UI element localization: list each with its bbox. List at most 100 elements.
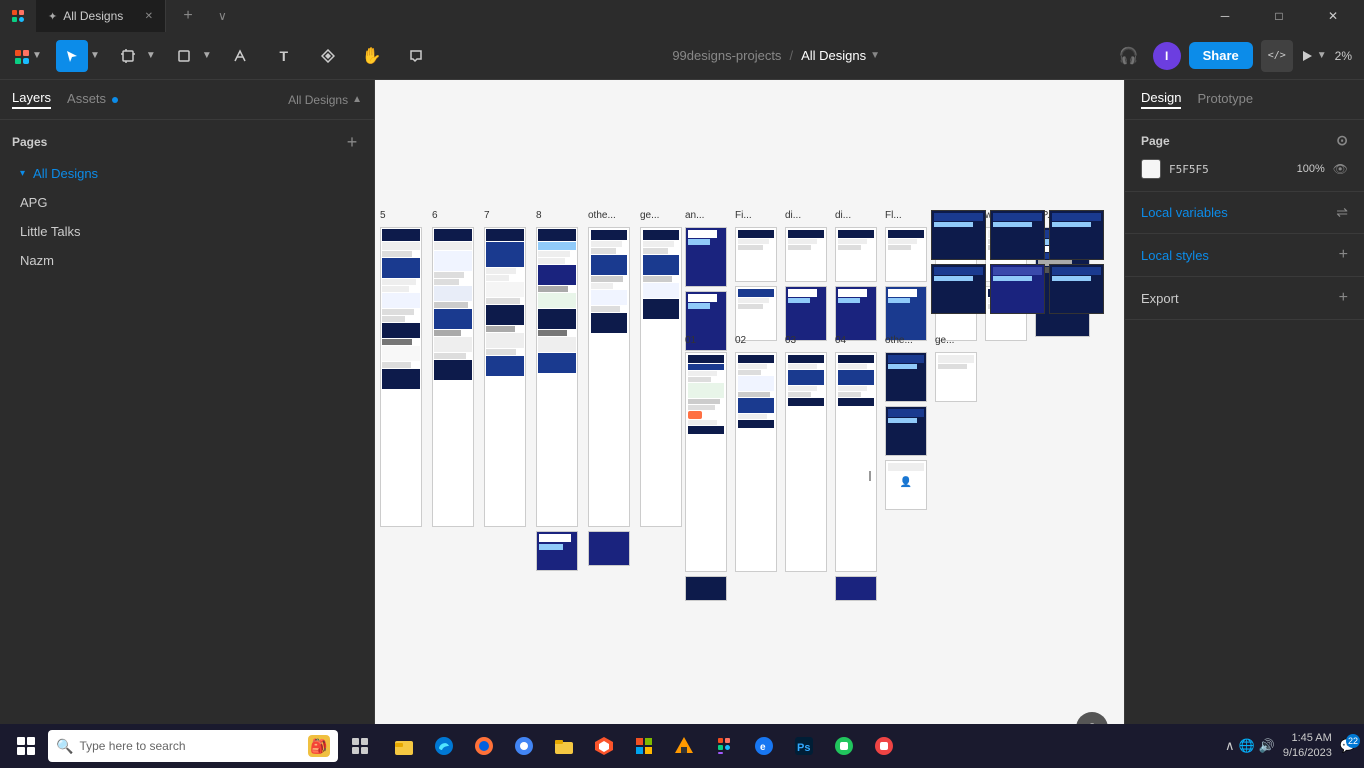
page-item-all-designs[interactable]: ▾ All Designs [12,160,362,187]
mini-frame-01b[interactable] [685,576,727,601]
taskbar-app-folder[interactable] [546,728,582,764]
user-avatar[interactable]: I [1153,42,1181,70]
systray-network[interactable]: 🌐 [1239,738,1255,754]
design-tab[interactable]: Design [1141,90,1181,109]
pen-tool-button[interactable] [224,40,256,72]
mini-frame-di1b[interactable] [785,286,827,341]
main-menu-button[interactable]: ▼ [12,40,44,72]
mini-frame-other2b[interactable] [885,406,927,456]
canvas-frames[interactable]: 5 [375,200,1124,738]
mini-frame-dark2a[interactable] [990,210,1045,260]
taskbar-search[interactable]: 🔍 Type here to search 🎒 [48,730,338,762]
taskbar-app-explorer[interactable] [386,728,422,764]
page-name[interactable]: All Designs ▼ [801,48,880,63]
layers-tab[interactable]: Layers [12,90,51,109]
export-add-icon[interactable]: + [1339,289,1348,307]
figma-logo-icon[interactable] [8,6,28,26]
add-page-button[interactable]: + [342,132,362,152]
new-tab-button[interactable]: + [174,2,202,30]
systray-sound[interactable]: 🔊 [1259,738,1275,754]
taskbar-app-brave[interactable] [586,728,622,764]
local-variables-adjust-icon[interactable]: ⇌ [1336,204,1348,221]
mini-frame-8[interactable] [536,227,578,527]
mini-frame-fi1[interactable] [735,227,777,282]
active-tab[interactable]: ✦ All Designs ✕ [36,0,166,32]
page-settings-icon[interactable]: ⊙ [1336,132,1348,149]
taskbar-app-green[interactable] [826,728,862,764]
mini-frame-02[interactable] [735,352,777,572]
comment-tool-button[interactable] [400,40,432,72]
code-view-button[interactable]: </> [1261,40,1293,72]
shape-tool-button[interactable] [168,40,200,72]
taskbar-app-vlc[interactable] [666,728,702,764]
zoom-level[interactable]: 2% [1335,49,1352,63]
mini-frame-8b[interactable] [536,531,578,571]
panel-breadcrumb[interactable]: All Designs ▲ [288,93,362,107]
mini-frame-dark3b[interactable] [1049,264,1104,314]
page-item-little-talks[interactable]: Little Talks [12,218,362,245]
taskbar-app-photoshop[interactable]: Ps [786,728,822,764]
mini-frame-5[interactable] [380,227,422,527]
notification-area[interactable]: 💬 22 [1340,738,1356,754]
headphone-button[interactable]: 🎧 [1113,40,1145,72]
mini-frame-other[interactable] [588,227,630,527]
mini-frame-ge2a[interactable] [935,352,977,402]
mini-frame-other2a[interactable] [885,352,927,402]
taskbar-app-firefox[interactable] [466,728,502,764]
frame-tool-button[interactable] [112,40,144,72]
mini-frame-di2b[interactable] [835,286,877,341]
mini-frame-04[interactable] [835,352,877,572]
mini-frame-dark1a[interactable] [931,210,986,260]
canvas-area[interactable]: 5 [375,80,1124,768]
select-tool-button[interactable] [56,40,88,72]
taskbar-app-store[interactable] [626,728,662,764]
tab-close-icon[interactable]: ✕ [145,11,153,22]
mini-frame-7[interactable] [484,227,526,527]
component-tool-button[interactable] [312,40,344,72]
taskbar-time[interactable]: 1:45 AM 9/16/2023 [1283,731,1332,762]
local-variables-row[interactable]: Local variables ⇌ [1141,204,1348,221]
mini-frame-fl2[interactable] [885,286,927,341]
mini-frame-dark1b[interactable] [931,264,986,314]
mini-frame-03[interactable] [785,352,827,572]
mini-frame-dark3a[interactable] [1049,210,1104,260]
mini-frame-other2c[interactable]: 👤 [885,460,927,510]
start-button[interactable] [8,728,44,764]
mini-frame-an1[interactable] [685,227,727,287]
mini-frame-other-b[interactable] [588,531,630,566]
mini-frame-04b[interactable] [835,576,877,601]
present-button[interactable]: ▼ [1301,50,1327,62]
page-item-nazm[interactable]: Nazm [12,247,362,274]
local-styles-label[interactable]: Local styles [1141,248,1209,263]
assets-tab[interactable]: Assets [67,91,118,108]
mini-frame-01[interactable] [685,352,727,572]
mini-frame-ge[interactable] [640,227,682,527]
share-button[interactable]: Share [1189,42,1253,69]
taskbar-app-figma[interactable] [706,728,742,764]
mini-frame-fl1[interactable] [885,227,927,282]
page-color-swatch[interactable] [1141,159,1161,179]
taskbar-app-ie[interactable]: e [746,728,782,764]
hand-tool-button[interactable]: ✋ [356,40,388,72]
text-tool-button[interactable]: T [268,40,300,72]
search-badge: 🎒 [308,735,330,757]
taskbar-app-chrome[interactable] [506,728,542,764]
mini-frame-6[interactable] [432,227,474,527]
systray-chevron[interactable]: ∧ [1225,738,1235,754]
mini-frame-dark2b[interactable] [990,264,1045,314]
taskbar-app-edge[interactable] [426,728,462,764]
mini-frame-di2a[interactable] [835,227,877,282]
tab-overflow-icon[interactable]: ∨ [218,9,227,23]
maximize-button[interactable]: □ [1256,0,1302,32]
task-view-button[interactable] [342,728,378,764]
prototype-tab[interactable]: Prototype [1197,91,1253,108]
mini-frame-di1a[interactable] [785,227,827,282]
page-item-apg[interactable]: APG [12,189,362,216]
minimize-button[interactable]: ─ [1202,0,1248,32]
local-styles-add-icon[interactable]: + [1339,246,1348,264]
taskbar-app-red[interactable] [866,728,902,764]
eye-icon[interactable]: 👁 [1333,162,1348,176]
search-placeholder: Type here to search [79,739,185,753]
close-button[interactable]: ✕ [1310,0,1356,32]
mini-frame-fi2[interactable] [735,286,777,341]
